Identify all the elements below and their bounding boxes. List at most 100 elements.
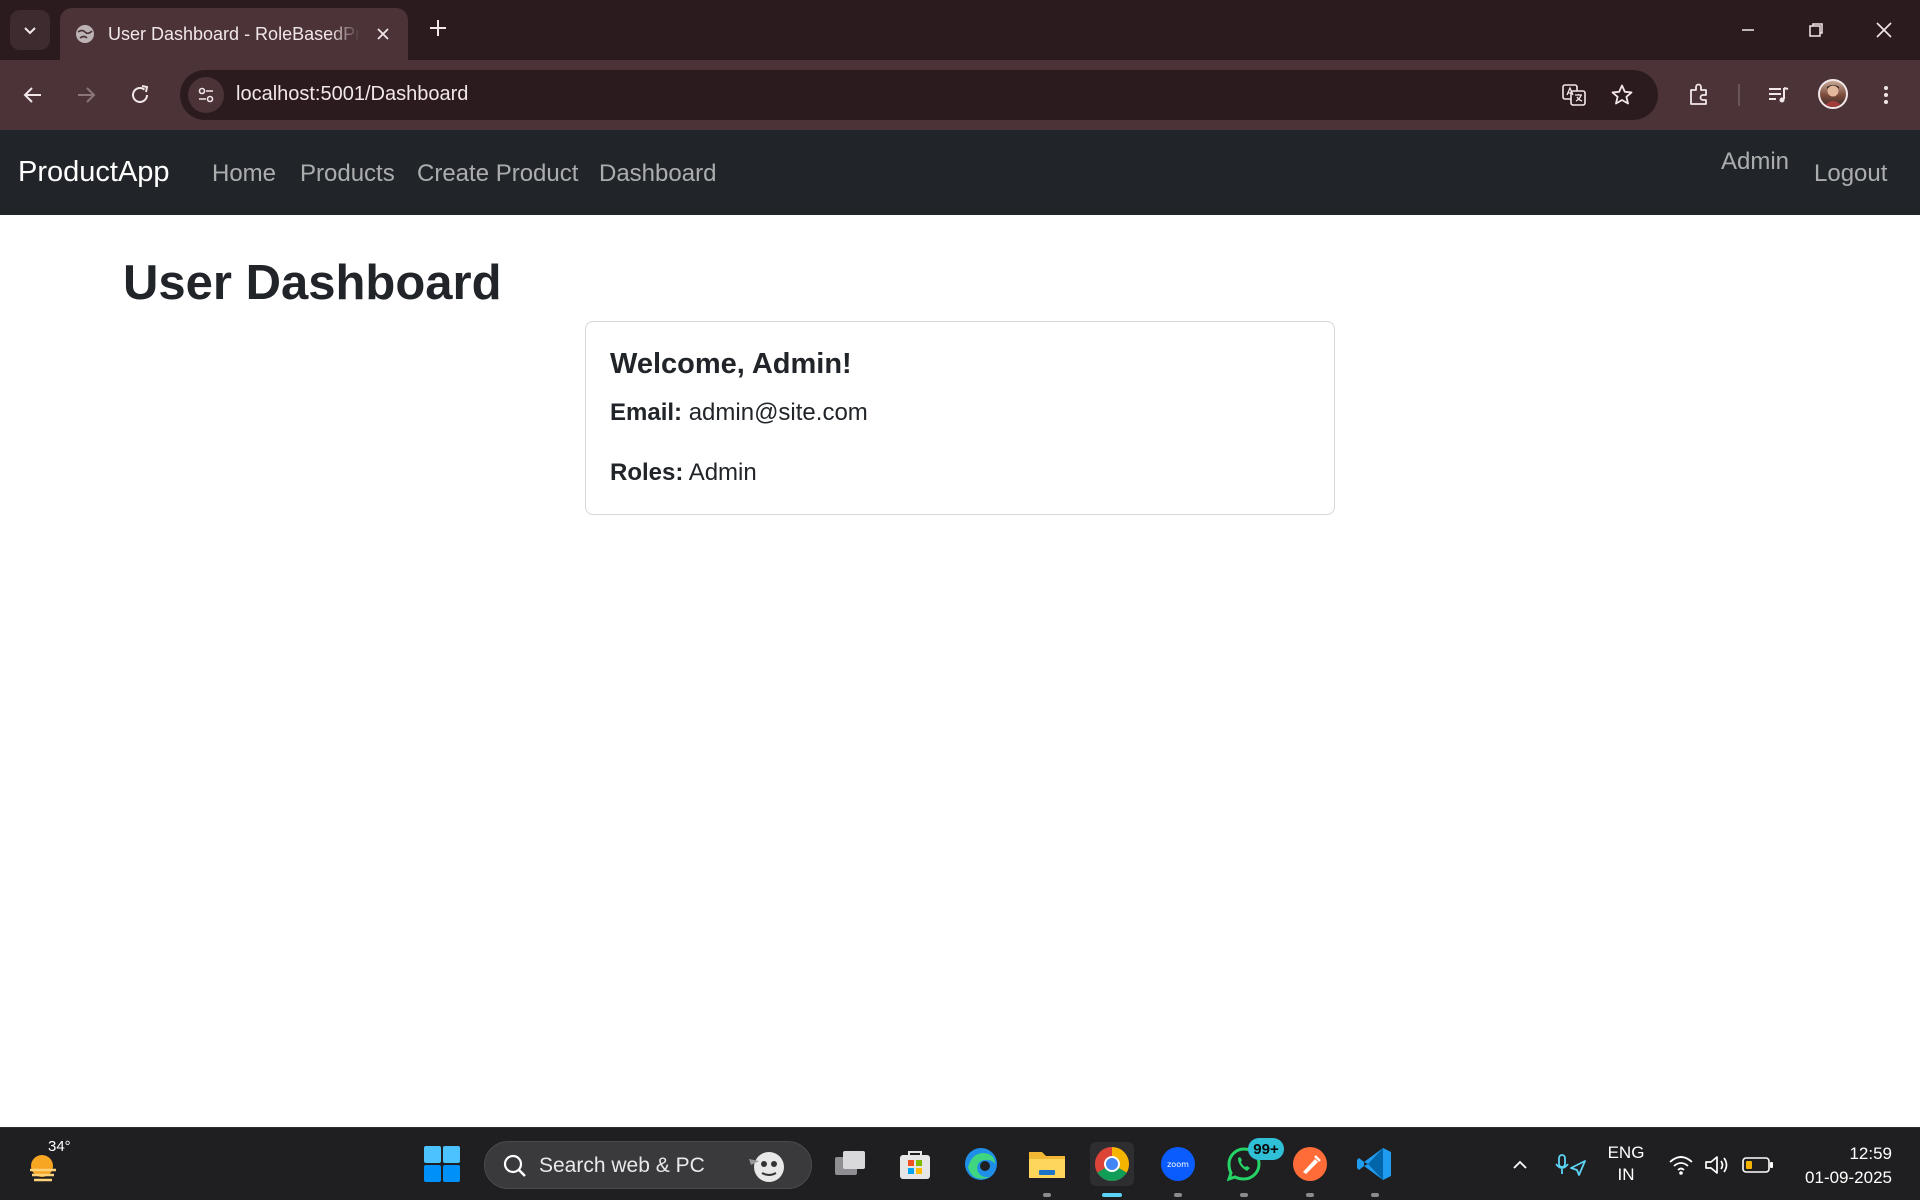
roles-value: Admin (688, 459, 757, 486)
nav-link-products[interactable]: Products (300, 160, 395, 188)
address-bar[interactable]: localhost:5001/Dashboard (180, 70, 1658, 120)
media-control-button[interactable] (1760, 77, 1796, 113)
minimize-button[interactable] (1714, 0, 1782, 60)
store-icon (900, 1151, 930, 1179)
speaker-icon (1705, 1155, 1728, 1174)
queue-music-icon (1769, 87, 1789, 103)
whatsapp-unread-badge: 99+ (1248, 1138, 1284, 1160)
search-highlight-icon (749, 1152, 784, 1182)
nav-user-name: Admin (1721, 148, 1790, 175)
star-icon (1611, 84, 1633, 105)
logout-button[interactable]: Logout (1814, 160, 1887, 188)
app-navbar: ProductApp Home Products Create Product … (0, 130, 1920, 215)
profile-avatar[interactable] (1818, 79, 1848, 109)
minimize-icon (1742, 29, 1754, 31)
arrow-right-icon (78, 87, 96, 103)
site-info-button[interactable] (188, 77, 224, 113)
taskbar-app-edge[interactable] (959, 1142, 1003, 1186)
close-window-button[interactable] (1850, 0, 1918, 60)
battery-icon (1742, 1156, 1773, 1173)
chevron-up-icon (1513, 1160, 1527, 1169)
new-tab-button[interactable] (424, 14, 452, 42)
more-vertical-icon (1884, 86, 1888, 104)
chrome-menu-button[interactable] (1868, 77, 1904, 113)
active-indicator (1102, 1193, 1122, 1197)
taskbar-app-chrome[interactable] (1090, 1142, 1134, 1197)
reload-icon (132, 85, 149, 103)
clock-date: 01-09-2025 (1805, 1168, 1892, 1187)
roles-row: Roles: Admin (610, 459, 757, 487)
taskbar-search-box[interactable]: Search web & PC (484, 1141, 812, 1189)
user-info-card: Welcome, Admin! Email: admin@site.com Ro… (585, 321, 1335, 515)
toolbar-separator (1738, 84, 1740, 106)
email-label: Email: (610, 399, 683, 426)
email-row: Email: admin@site.com (610, 399, 868, 427)
postman-icon (1293, 1147, 1327, 1181)
page-body: User Dashboard Welcome, Admin! Email: ad… (0, 215, 1920, 1127)
puzzle-icon (1690, 83, 1707, 105)
edge-icon (965, 1148, 997, 1180)
taskbar-app-file-explorer[interactable] (1025, 1142, 1069, 1197)
close-icon (1876, 22, 1892, 38)
nav-link-home[interactable]: Home (212, 160, 276, 188)
volume-status[interactable] (1702, 1128, 1732, 1200)
taskbar-app-vscode[interactable] (1353, 1142, 1397, 1197)
show-hidden-icons-button[interactable] (1504, 1128, 1536, 1200)
extensions-button[interactable] (1681, 77, 1717, 113)
tab-title: User Dashboard - RoleBasedProductApp (108, 23, 360, 44)
folder-icon (1029, 1152, 1065, 1178)
running-indicator (1306, 1193, 1314, 1197)
restore-button[interactable] (1782, 0, 1850, 60)
taskbar-search-placeholder: Search web & PC (539, 1154, 705, 1177)
back-button[interactable] (15, 77, 51, 113)
globe-icon (76, 25, 94, 43)
windows-taskbar: 34° Search web & PC zoom 99+ ENG IN 12:5… (0, 1127, 1920, 1200)
task-view-icon (835, 1151, 865, 1175)
taskbar-app-whatsapp[interactable]: 99+ (1222, 1138, 1284, 1197)
translate-button[interactable] (1558, 79, 1590, 111)
search-icon (503, 1154, 526, 1177)
system-clock[interactable]: 12:59 01-09-2025 (1790, 1142, 1892, 1190)
taskbar-app-zoom[interactable]: zoom (1156, 1142, 1200, 1197)
wifi-icon (1669, 1155, 1693, 1175)
weather-widget[interactable]: 34° (26, 1138, 71, 1184)
zoom-icon: zoom (1161, 1147, 1195, 1181)
mic-location-indicator[interactable] (1550, 1128, 1590, 1200)
task-view-button[interactable] (828, 1142, 872, 1186)
browser-toolbar: localhost:5001/Dashboard (0, 60, 1920, 130)
running-indicator (1240, 1193, 1248, 1197)
wifi-status[interactable] (1666, 1128, 1696, 1200)
reload-button[interactable] (122, 77, 158, 113)
browser-tabstrip: User Dashboard - RoleBasedProductApp (0, 0, 1920, 60)
running-indicator (1174, 1193, 1182, 1197)
lang-line-1: ENG (1607, 1143, 1645, 1162)
mic-location-icon (1555, 1153, 1586, 1176)
tab-search-button[interactable] (10, 10, 50, 50)
nav-link-dashboard[interactable]: Dashboard (599, 160, 716, 188)
bookmark-star-button[interactable] (1606, 79, 1638, 111)
vscode-icon (1357, 1148, 1391, 1180)
browser-tab-active[interactable]: User Dashboard - RoleBasedProductApp (60, 8, 408, 60)
forward-button[interactable] (68, 77, 104, 113)
start-button[interactable] (423, 1145, 461, 1183)
email-value: admin@site.com (688, 399, 868, 426)
weather-temp: 34° (48, 1138, 71, 1155)
roles-label: Roles: (610, 459, 684, 486)
battery-status[interactable] (1740, 1128, 1776, 1200)
nav-link-create-product[interactable]: Create Product (417, 160, 578, 188)
taskbar-app-microsoft-store[interactable] (893, 1142, 937, 1186)
taskbar-app-postman[interactable] (1288, 1142, 1332, 1197)
running-indicator (1043, 1193, 1051, 1197)
chevron-down-icon (24, 27, 36, 35)
running-indicator (1371, 1193, 1379, 1197)
input-language-indicator[interactable]: ENG IN (1604, 1142, 1648, 1186)
url-text: localhost:5001/Dashboard (236, 83, 469, 105)
welcome-heading: Welcome, Admin! (610, 348, 852, 380)
chrome-icon (1095, 1147, 1129, 1181)
lang-line-2: IN (1617, 1165, 1635, 1184)
translate-icon (1562, 84, 1586, 106)
tab-close-icon[interactable] (372, 23, 394, 45)
arrow-left-icon (23, 87, 41, 103)
brand-logo[interactable]: ProductApp (18, 156, 170, 189)
tune-icon (198, 87, 214, 103)
